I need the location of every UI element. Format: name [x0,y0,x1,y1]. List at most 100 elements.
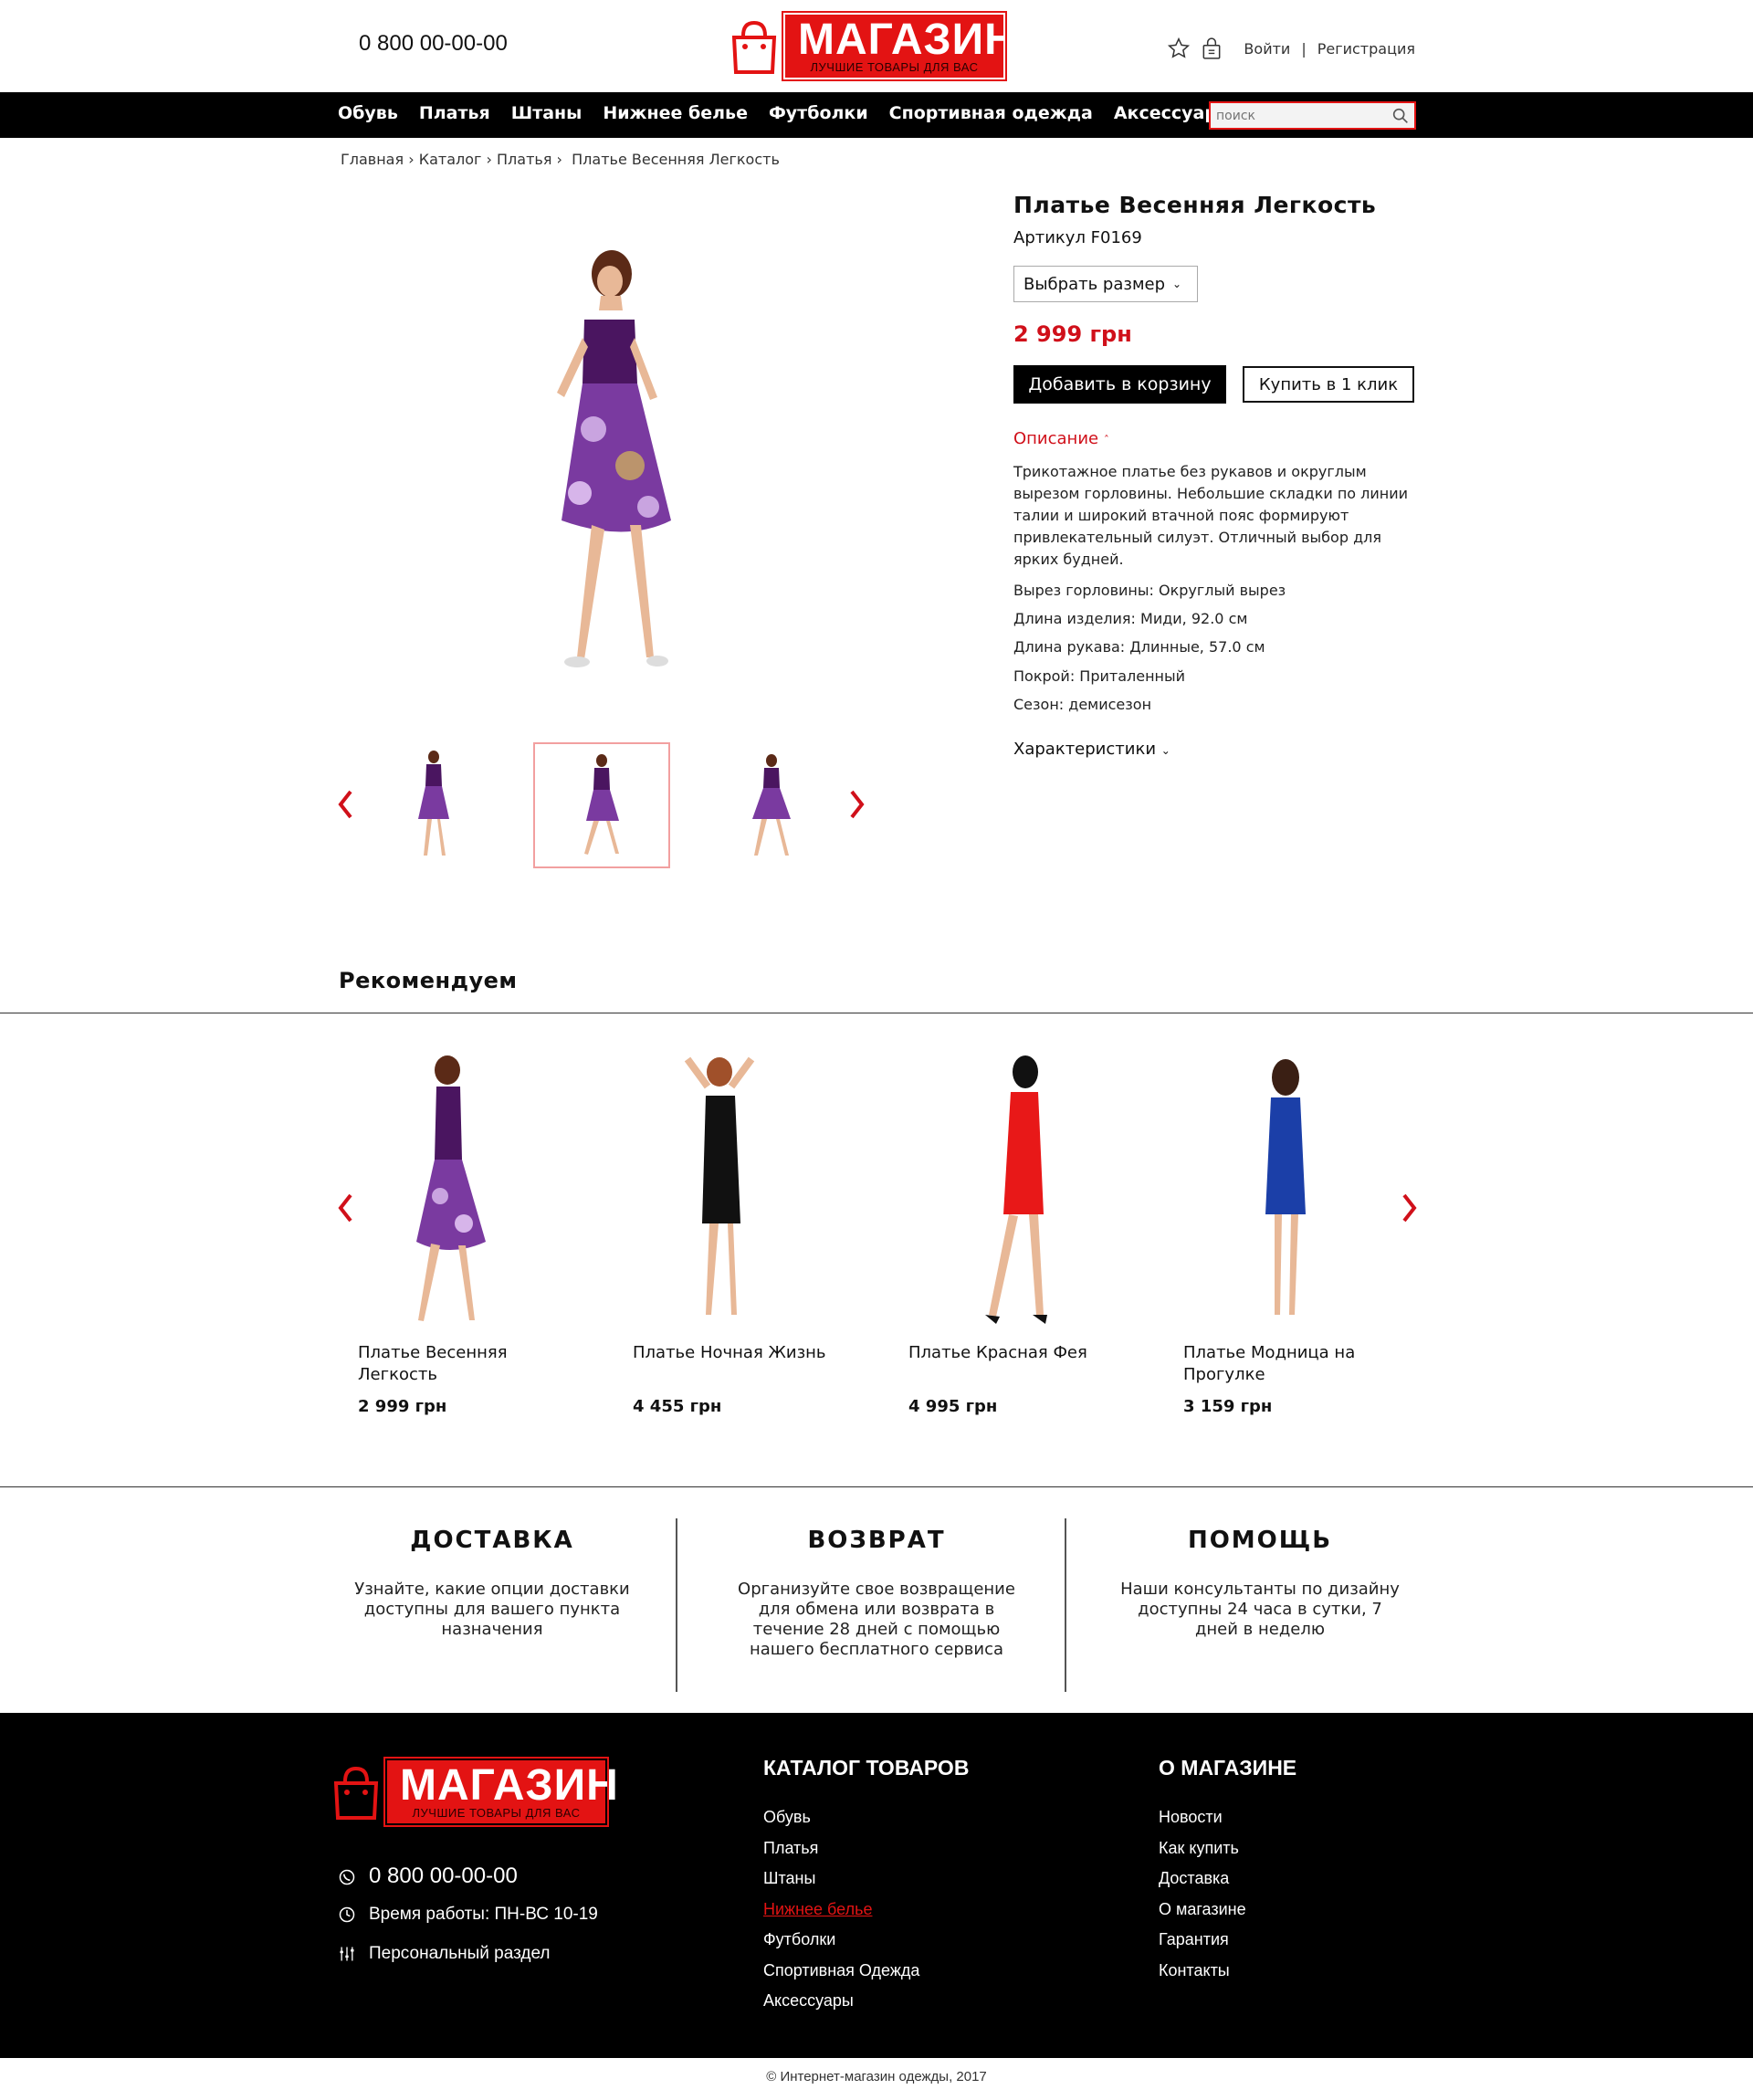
breadcrumb-current: Платье Весенняя Легкость [572,151,780,168]
recommend-image [1183,1050,1412,1333]
footer-link[interactable]: Контакты [1159,1956,1246,1987]
breadcrumb-catalog[interactable]: Каталог [419,151,482,168]
delivery-info[interactable]: ДОСТАВКА Узнайте, какие опции доставки д… [300,1527,684,1640]
footer-link[interactable]: Обувь [763,1802,919,1833]
spec-length: Длина изделия: Миди, 92.0 см [1013,610,1248,627]
return-title: ВОЗВРАТ [807,1527,946,1554]
clock-icon [338,1906,356,1924]
footer-phone[interactable]: 0 800 00-00-00 [338,1864,518,1889]
footer-link[interactable]: Как купить [1159,1833,1246,1864]
logo-slogan: ЛУЧШИЕ ТОВАРЫ ДЛЯ ВАС [412,1806,581,1820]
footer: МАГАЗИН ЛУЧШИЕ ТОВАРЫ ДЛЯ ВАС 0 800 00-0… [0,1713,1753,2058]
nav-item-tshirts[interactable]: Футболки [769,103,868,123]
breadcrumb-sep: › [408,151,415,168]
register-link[interactable]: Регистрация [1317,40,1415,58]
footer-logo[interactable]: МАГАЗИН ЛУЧШИЕ ТОВАРЫ ДЛЯ ВАС [332,1757,619,1827]
login-link[interactable]: Войти [1244,40,1290,58]
breadcrumb-sep: › [556,151,562,168]
delivery-title: ДОСТАВКА [410,1527,574,1554]
footer-link[interactable]: Футболки [763,1925,919,1956]
breadcrumb-home[interactable]: Главная [341,151,404,168]
characteristics-toggle[interactable]: Характеристики ⌄ [1013,740,1170,759]
recommend-card[interactable]: Платье Весенняя Легкость 2 999 грн [358,1050,586,1416]
footer-link[interactable]: Доставка [1159,1864,1246,1895]
divider [0,1486,1753,1487]
recommend-name: Платье Весенняя Легкость [358,1343,508,1384]
footer-link[interactable]: Спортивная Одежда [763,1956,919,1987]
help-info[interactable]: ПОМОЩЬ Наши консультанты по дизайну дост… [1068,1527,1452,1640]
recommend-title: Рекомендуем [339,968,518,993]
recommend-card[interactable]: Платье Красная Фея 4 995 грн [908,1050,1137,1416]
footer-about-list: Новости Как купить Доставка О магазине Г… [1159,1802,1246,1986]
footer-link[interactable]: О магазине [1159,1895,1246,1926]
recommend-prev-arrow-icon[interactable] [336,1192,354,1223]
product-main-image[interactable] [493,247,712,676]
size-select-label: Выбрать размер [1023,274,1166,294]
header-actions: Войти | Регистрация [1167,37,1415,60]
nav-item-shoes[interactable]: Обувь [338,103,398,123]
recommend-card[interactable]: Платье Модница на Прогулке 3 159 грн [1183,1050,1412,1416]
search-box [1209,101,1416,130]
return-text: Организуйте свое возвращение для обмена … [738,1580,1015,1659]
footer-personal-text: Персональный раздел [369,1944,551,1963]
settings-sliders-icon [338,1945,356,1963]
thumbs-prev-arrow-icon[interactable] [336,789,354,820]
search-icon[interactable] [1391,106,1411,126]
footer-link-active[interactable]: Нижнее белье [763,1895,919,1926]
logo-title: МАГАЗИН [400,1761,619,1810]
nav-item-dresses[interactable]: Платья [419,103,490,123]
recommend-next-arrow-icon[interactable] [1401,1192,1419,1223]
size-select[interactable]: Выбрать размер ⌄ [1013,266,1198,302]
nav-item-underwear[interactable]: Нижнее белье [603,103,748,123]
recommend-image [633,1050,861,1333]
spec-fit: Покрой: Приталенный [1013,667,1186,685]
footer-personal[interactable]: Персональный раздел [338,1944,550,1964]
description-label: Описание [1013,429,1099,448]
recommend-name: Платье Модница на Прогулке [1183,1343,1356,1384]
chevron-down-icon: ⌄ [1160,744,1170,757]
logo[interactable]: МАГАЗИН ЛУЧШИЕ ТОВАРЫ ДЛЯ ВАС [730,11,1016,81]
buy-one-click-button[interactable]: Купить в 1 клик [1243,366,1414,403]
product-thumbnail-active[interactable] [533,742,670,868]
divider [1065,1518,1066,1692]
nav-item-sportswear[interactable]: Спортивная одежда [889,103,1093,123]
divider [676,1518,677,1692]
spec-season: Сезон: демисезон [1013,696,1152,713]
footer-link[interactable]: Гарантия [1159,1925,1246,1956]
breadcrumb: Главная › Каталог › Платья › Платье Весе… [341,151,780,168]
footer-phone-text: 0 800 00-00-00 [369,1864,518,1888]
breadcrumb-sep: › [486,151,492,168]
product-price: 2 999 грн [1013,321,1132,347]
header-separator: | [1301,39,1307,58]
header-phone[interactable]: 0 800 00-00-00 [359,31,508,57]
chevron-down-icon: ⌄ [1172,278,1182,290]
spec-neckline: Вырез горловины: Округлый вырез [1013,582,1286,599]
breadcrumb-dresses[interactable]: Платья [497,151,551,168]
return-info[interactable]: ВОЗВРАТ Организуйте свое возвращение для… [685,1527,1068,1660]
footer-hours-text: Время работы: ПН-ВС 10-19 [369,1905,598,1924]
product-title: Платье Весенняя Легкость [1013,192,1377,218]
cart-icon[interactable] [1200,37,1223,60]
product-description: Трикотажное платье без рукавов и округлы… [1013,463,1409,568]
main-nav: Обувь Платья Штаны Нижнее белье Футболки… [0,92,1753,138]
description-toggle[interactable]: Описание ˆ [1013,429,1109,448]
recommend-image [358,1050,586,1333]
recommend-card[interactable]: Платье Ночная Жизнь 4 455 грн [633,1050,861,1416]
nav-item-pants[interactable]: Штаны [511,103,583,123]
add-to-cart-button[interactable]: Добавить в корзину [1013,365,1226,404]
footer-link[interactable]: Платья [763,1833,919,1864]
recommend-price: 4 455 грн [633,1397,722,1416]
chevron-up-icon: ˆ [1103,434,1109,446]
product-thumbnail[interactable] [703,742,840,868]
footer-catalog-title: КАТАЛОГ ТОВАРОВ [763,1756,970,1780]
footer-link[interactable]: Штаны [763,1864,919,1895]
search-input[interactable] [1211,108,1391,123]
thumbs-next-arrow-icon[interactable] [848,789,866,820]
characteristics-label: Характеристики [1013,740,1157,759]
product-thumbnail[interactable] [365,742,502,868]
footer-link[interactable]: Новости [1159,1802,1246,1833]
star-icon[interactable] [1167,37,1191,60]
copyright: © Интернет-магазин одежды, 2017 [766,2069,987,2084]
delivery-text: Узнайте, какие опции доставки доступны д… [354,1580,630,1639]
footer-link[interactable]: Аксессуары [763,1986,919,2017]
